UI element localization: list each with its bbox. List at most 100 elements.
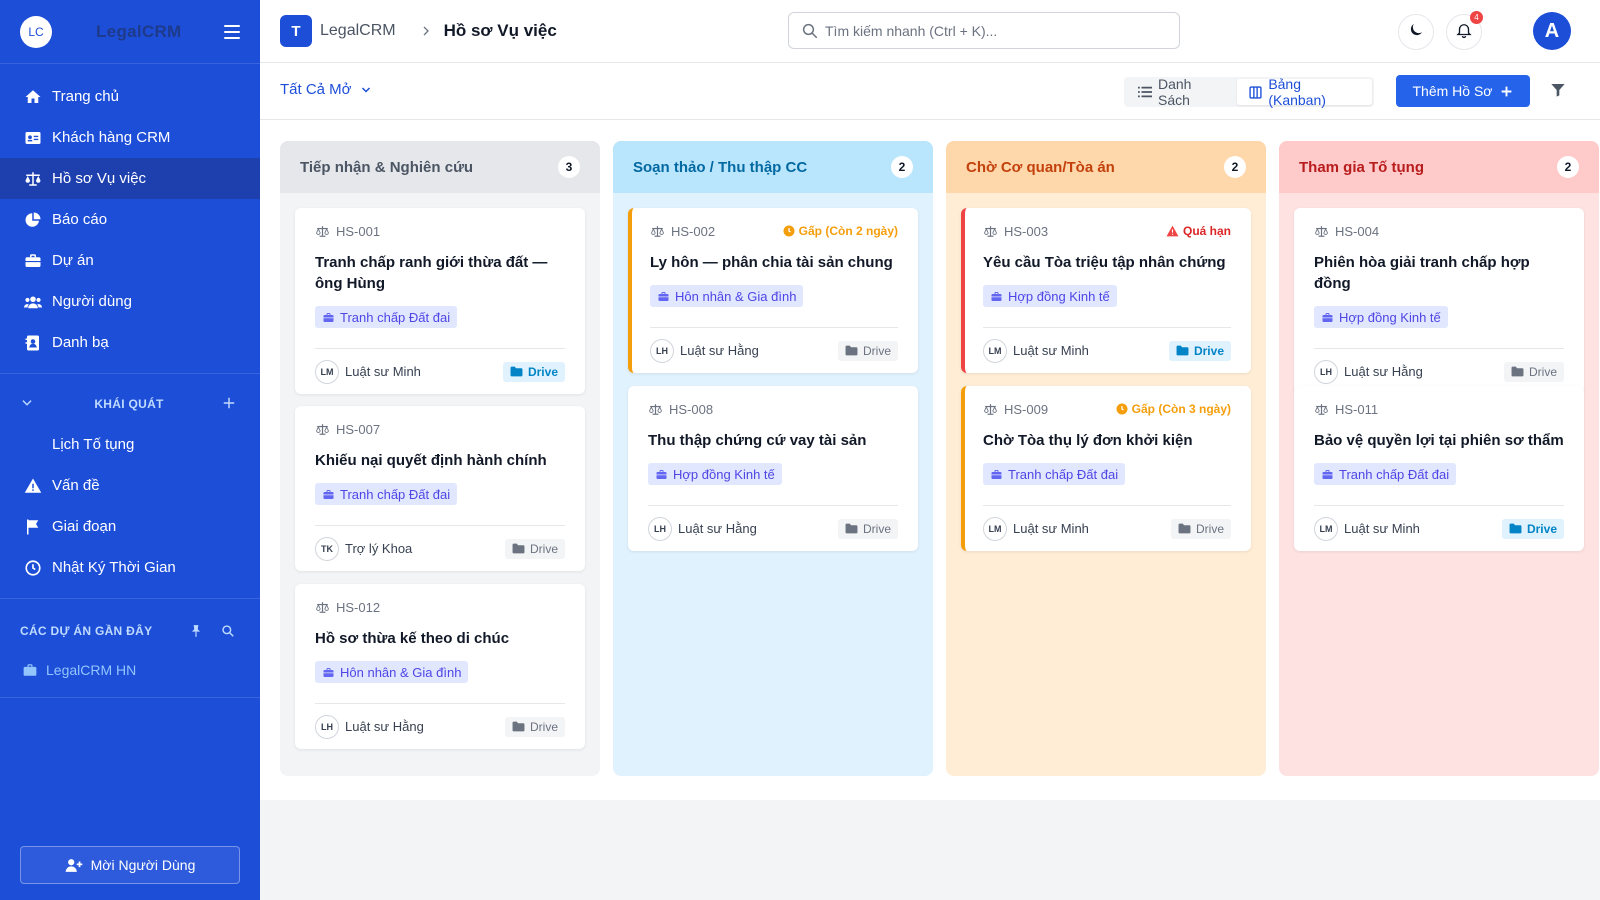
nav-label: Hồ sơ Vụ việc <box>52 170 147 187</box>
case-title[interactable]: Hồ sơ thừa kế theo di chúc <box>315 628 565 649</box>
briefcase-icon <box>322 312 335 323</box>
sidebar-header: LC LegalCRM <box>0 0 260 64</box>
case-title[interactable]: Phiên hòa giải tranh chấp hợp đồng <box>1314 252 1564 294</box>
case-card[interactable]: HS-008 Thu thập chứng cứ vay tài sản Hợp đ… <box>628 386 918 551</box>
case-card[interactable]: HS-004 Phiên hòa giải tranh chấp hợp đồng… <box>1294 208 1584 394</box>
nav-item-home[interactable]: Trang chủ <box>0 76 260 117</box>
assignee-name: Trợ lý Khoa <box>345 541 413 556</box>
user-avatar[interactable]: A <box>1533 12 1571 50</box>
workspace-logo[interactable]: T <box>280 15 312 47</box>
case-title[interactable]: Khiếu nại quyết định hành chính <box>315 450 565 471</box>
drive-button[interactable]: Drive <box>502 361 565 382</box>
chevron-right-icon <box>420 24 432 38</box>
category-tag[interactable]: Hợp đồng Kinh tế <box>648 463 782 485</box>
breadcrumb-root[interactable]: LegalCRM <box>320 22 396 40</box>
category-tag[interactable]: Hợp đồng Kinh tế <box>983 285 1117 307</box>
case-title[interactable]: Thu thập chứng cứ vay tài sản <box>648 430 898 451</box>
category-tag[interactable]: Hôn nhân & Gia đình <box>650 285 804 307</box>
nav-item-contacts[interactable]: Danh bạ <box>0 322 260 363</box>
drive-button[interactable]: Drive <box>1503 361 1564 382</box>
recent-project-item[interactable]: LegalCRM HN <box>0 653 260 687</box>
nav-item-reports[interactable]: Báo cáo <box>0 199 260 240</box>
chevron-down-icon[interactable] <box>20 396 36 413</box>
category-tag[interactable]: Tranh chấp Đất đai <box>1314 463 1457 485</box>
case-card[interactable]: HS-009 Gấp (Còn 3 ngày) Chờ Tòa thụ lý đơn… <box>961 386 1251 551</box>
drive-label: Drive <box>862 521 891 536</box>
search-input[interactable] <box>825 22 1165 39</box>
briefcase-icon <box>1321 312 1334 323</box>
dark-mode-toggle[interactable] <box>1398 14 1434 50</box>
nav-label: Vấn đề <box>52 477 100 494</box>
kanban-view-button[interactable]: Bảng (Kanban) <box>1237 76 1372 108</box>
case-card[interactable]: HS-002 Gấp (Còn 2 ngày) Ly hôn — phân chia… <box>628 208 918 373</box>
case-title[interactable]: Yêu cầu Tòa triệu tập nhân chứng <box>983 252 1231 273</box>
assignee-avatar: LM <box>315 359 339 384</box>
assignee-name: Luật sư Minh <box>1013 521 1089 536</box>
nav-item-time-log[interactable]: Nhật Ký Thời Gian <box>0 547 260 588</box>
case-card[interactable]: HS-011 Bảo vệ quyền lợi tại phiên sơ thẩm… <box>1294 386 1584 551</box>
list-view-button[interactable]: Danh Sách <box>1126 76 1237 108</box>
assignee-name: Luật sư Minh <box>1013 343 1089 358</box>
drive-button[interactable]: Drive <box>1168 340 1231 361</box>
plus-icon <box>1500 85 1513 98</box>
app-logo[interactable]: LC <box>20 15 52 48</box>
nav-item-projects[interactable]: Dự án <box>0 240 260 281</box>
drive-button[interactable]: Drive <box>837 518 898 539</box>
category-label: Hợp đồng Kinh tế <box>1008 288 1110 304</box>
add-case-button[interactable]: Thêm Hồ Sơ <box>1396 75 1530 107</box>
notifications-button[interactable]: 4 <box>1446 11 1483 50</box>
case-title[interactable]: Bảo vệ quyền lợi tại phiên sơ thẩm <box>1314 430 1564 451</box>
assignee-avatar: LM <box>983 516 1007 541</box>
filter-label: Tất Cả Mở <box>280 81 352 98</box>
status-filter-select[interactable]: Tất Cả Mở <box>280 81 372 98</box>
case-card[interactable]: HS-001 Tranh chấp ranh giới thừa đất — ôn… <box>295 208 585 394</box>
overview-section-header[interactable]: KHÁI QUÁT <box>0 384 260 424</box>
category-tag[interactable]: Hợp đồng Kinh tế <box>1314 306 1448 328</box>
card-footer: LH Luật sư Hằng Drive <box>648 505 898 551</box>
nav-item-users[interactable]: Người dùng <box>0 281 260 322</box>
plus-icon[interactable] <box>222 396 236 413</box>
nav-item-cases[interactable]: Hồ sơ Vụ việc <box>0 158 260 199</box>
drive-label: Drive <box>1526 521 1557 536</box>
invite-user-button[interactable]: Mời Người Dùng <box>20 846 240 884</box>
moon-icon <box>1407 21 1425 44</box>
menu-toggle-icon[interactable] <box>224 24 240 39</box>
case-title[interactable]: Ly hôn — phân chia tài sản chung <box>650 252 898 273</box>
category-tag[interactable]: Tranh chấp Đất đai <box>315 306 458 328</box>
funnel-icon[interactable] <box>1550 82 1566 98</box>
case-card[interactable]: HS-007 Khiếu nại quyết định hành chính Tra… <box>295 406 585 571</box>
category-tag[interactable]: Tranh chấp Đất đai <box>315 483 458 505</box>
case-title[interactable]: Tranh chấp ranh giới thừa đất — ông Hùng <box>315 252 565 294</box>
category-label: Hợp đồng Kinh tế <box>1339 309 1441 325</box>
case-card[interactable]: HS-003 Quá hạn Yêu cầu Tòa triệu tập nhân … <box>961 208 1251 373</box>
pin-icon[interactable] <box>188 623 204 639</box>
case-title[interactable]: Chờ Tòa thụ lý đơn khởi kiện <box>983 430 1231 451</box>
sidebar: LC LegalCRM Trang chủ Khách hàng CRM Hồ … <box>0 0 260 900</box>
search-box[interactable] <box>788 12 1180 49</box>
category-tag[interactable]: Hôn nhân & Gia đình <box>315 661 469 683</box>
folder-icon <box>1509 523 1522 534</box>
drive-button[interactable]: Drive <box>1170 518 1231 539</box>
category-tag[interactable]: Tranh chấp Đất đai <box>983 463 1126 485</box>
card-footer: TK Trợ lý Khoa Drive <box>315 525 565 571</box>
nav-item-crm[interactable]: Khách hàng CRM <box>0 117 260 158</box>
column-count-badge: 2 <box>1224 156 1246 178</box>
home-icon <box>24 88 42 106</box>
nav-item-stages[interactable]: Giai đoạn <box>0 506 260 547</box>
column-header: Chờ Cơ quan/Tòa án 2 <box>946 141 1266 193</box>
card-header: HS-002 Gấp (Còn 2 ngày) <box>650 224 898 239</box>
app-brand: LegalCRM <box>96 21 182 41</box>
nav-item-issues[interactable]: Vấn đề <box>0 465 260 506</box>
drive-button[interactable]: Drive <box>504 538 565 559</box>
drive-button[interactable]: Drive <box>837 340 898 361</box>
drive-button[interactable]: Drive <box>504 716 565 737</box>
nav-label: Người dùng <box>52 293 132 310</box>
briefcase-icon <box>322 667 335 678</box>
nav-item-litigation-calendar[interactable]: Lịch Tố tụng <box>0 424 260 465</box>
kanban-column: Chờ Cơ quan/Tòa án 2 HS-003 Quá hạn Yêu cầu … <box>946 141 1266 776</box>
search-icon[interactable] <box>220 623 236 639</box>
topbar: T LegalCRM Hồ sơ Vụ việc 4 A <box>260 0 1600 63</box>
case-card[interactable]: HS-012 Hồ sơ thừa kế theo di chúc Hôn nhân… <box>295 584 585 749</box>
drive-button[interactable]: Drive <box>1501 518 1564 539</box>
case-id: HS-004 <box>1335 223 1380 239</box>
